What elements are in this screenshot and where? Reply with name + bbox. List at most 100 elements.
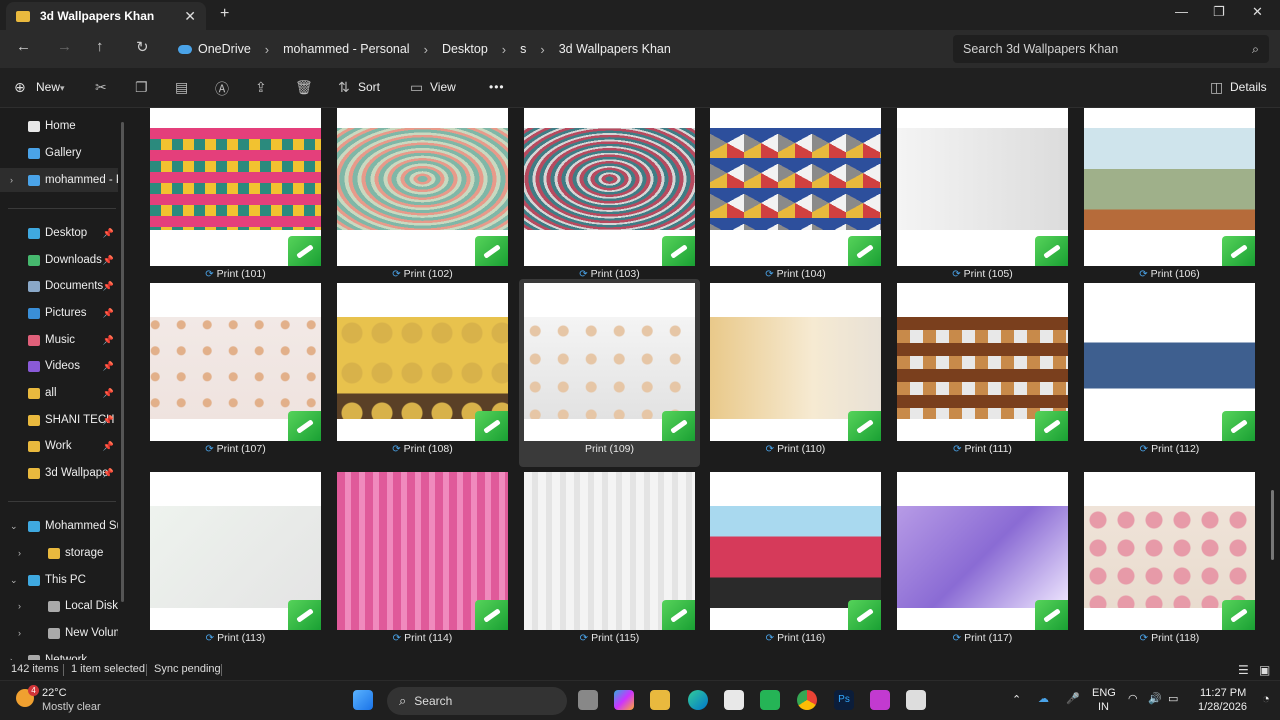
file-thumbnail[interactable] bbox=[1084, 108, 1255, 266]
sidebar-item-home[interactable]: Home bbox=[0, 114, 118, 138]
file-explorer-icon[interactable] bbox=[650, 690, 670, 710]
delete-icon[interactable]: 🗑 bbox=[295, 79, 313, 96]
file-item[interactable]: ⟳ Print (102) bbox=[337, 108, 508, 284]
file-thumbnail[interactable] bbox=[337, 472, 508, 630]
pin-icon[interactable]: 📌 bbox=[103, 281, 114, 292]
file-item[interactable]: ⟳ Print (108) bbox=[337, 283, 508, 459]
chevron-right-icon[interactable]: › bbox=[265, 42, 269, 57]
sidebar-item-this-pc[interactable]: ⌄ This PC bbox=[0, 568, 118, 592]
photoshop-icon[interactable]: Ps bbox=[834, 690, 854, 710]
taskbar-search[interactable]: ⌕ Search bbox=[387, 687, 567, 715]
file-thumbnail[interactable] bbox=[710, 472, 881, 630]
app-icon[interactable] bbox=[870, 690, 890, 710]
file-item[interactable]: ⟳ Print (116) bbox=[710, 472, 881, 648]
more-options-button[interactable]: ••• bbox=[489, 80, 505, 94]
window-tab[interactable]: 3d Wallpapers Khan ✕ bbox=[6, 2, 206, 30]
chevron-down-icon[interactable]: ⌄ bbox=[10, 575, 18, 586]
breadcrumb-s[interactable]: s bbox=[520, 42, 526, 56]
edge-icon[interactable] bbox=[688, 690, 708, 710]
pin-icon[interactable]: 📌 bbox=[103, 468, 114, 479]
sidebar-item-videos[interactable]: Videos 📌 bbox=[0, 354, 118, 378]
maximize-button[interactable]: ❐ bbox=[1213, 4, 1225, 20]
sidebar-item-work[interactable]: Work 📌 bbox=[0, 434, 118, 458]
up-icon[interactable]: ↑ bbox=[96, 38, 104, 55]
file-item[interactable]: ⟳ Print (117) bbox=[897, 472, 1068, 648]
battery-icon[interactable]: ▭ bbox=[1168, 692, 1178, 705]
copilot-icon[interactable] bbox=[614, 690, 634, 710]
chevron-up-icon[interactable]: ⌃ bbox=[1012, 693, 1021, 706]
paste-icon[interactable]: ▤ bbox=[175, 79, 188, 96]
back-icon[interactable]: ← bbox=[16, 38, 31, 55]
sidebar-item-mohammed-pe[interactable]: › mohammed - Pe bbox=[0, 168, 118, 192]
store-icon[interactable] bbox=[724, 690, 744, 710]
breadcrumb-current[interactable]: 3d Wallpapers Khan bbox=[559, 42, 671, 56]
notification-icon[interactable]: ◔ bbox=[1262, 691, 1270, 706]
file-thumbnail[interactable] bbox=[897, 108, 1068, 266]
sidebar-item-storage[interactable]: › storage bbox=[0, 541, 118, 565]
sidebar-item-pictures[interactable]: Pictures 📌 bbox=[0, 301, 118, 325]
file-thumbnail[interactable] bbox=[150, 108, 321, 266]
minimize-button[interactable]: — bbox=[1175, 4, 1188, 19]
file-item[interactable]: ⟳ Print (111) bbox=[897, 283, 1068, 459]
sort-button[interactable]: Sort bbox=[358, 80, 380, 94]
file-thumbnail[interactable] bbox=[524, 108, 695, 266]
file-thumbnail[interactable] bbox=[524, 283, 695, 441]
details-button[interactable]: Details bbox=[1230, 80, 1267, 94]
refresh-icon[interactable]: ↻ bbox=[136, 38, 149, 56]
file-item[interactable]: ⟳ Print (114) bbox=[337, 472, 508, 648]
chevron-right-icon[interactable]: › bbox=[18, 548, 21, 558]
chevron-right-icon[interactable]: › bbox=[18, 601, 21, 611]
sidebar-item-mohammed-sub[interactable]: ⌄ Mohammed Sub bbox=[0, 514, 118, 538]
file-thumbnail[interactable] bbox=[150, 472, 321, 630]
pin-icon[interactable]: 📌 bbox=[103, 388, 114, 399]
sidebar-item-all[interactable]: all 📌 bbox=[0, 381, 118, 405]
file-item[interactable]: ⟳ Print (105) bbox=[897, 108, 1068, 284]
file-thumbnail[interactable] bbox=[710, 283, 881, 441]
close-window-button[interactable]: ✕ bbox=[1252, 4, 1263, 20]
sidebar-item-local-disk-c[interactable]: › Local Disk (C:) bbox=[0, 594, 118, 618]
chevron-right-icon[interactable]: › bbox=[502, 42, 506, 57]
copy-icon[interactable]: ❐ bbox=[135, 79, 148, 96]
file-item[interactable]: ⟳ Print (118) bbox=[1084, 472, 1255, 648]
rename-icon[interactable]: Ⓐ bbox=[215, 79, 229, 99]
file-item[interactable]: ⟳ Print (107) bbox=[150, 283, 321, 459]
file-item[interactable]: ⟳ Print (115) bbox=[524, 472, 695, 648]
file-thumbnail[interactable] bbox=[524, 472, 695, 630]
pin-icon[interactable]: 📌 bbox=[103, 255, 114, 266]
view-button[interactable]: View bbox=[430, 80, 456, 94]
clock-time[interactable]: 11:27 PM bbox=[1200, 687, 1246, 699]
close-tab-icon[interactable]: ✕ bbox=[184, 8, 196, 25]
file-thumbnail[interactable] bbox=[1084, 283, 1255, 441]
file-thumbnail[interactable] bbox=[337, 283, 508, 441]
share-icon[interactable]: ⇪ bbox=[255, 79, 267, 96]
language-bottom[interactable]: IN bbox=[1098, 701, 1109, 713]
file-thumbnail[interactable] bbox=[897, 283, 1068, 441]
sidebar-item-3d-wallpape[interactable]: 3d Wallpape 📌 bbox=[0, 461, 118, 485]
forward-icon[interactable]: → bbox=[57, 38, 72, 55]
sidebar-item-new-volume-i[interactable]: › New Volume (I bbox=[0, 621, 118, 645]
pin-icon[interactable]: 📌 bbox=[103, 228, 114, 239]
file-item[interactable]: ⟳ Print (110) bbox=[710, 283, 881, 459]
breadcrumb-onedrive[interactable]: OneDrive bbox=[198, 42, 251, 56]
chevron-right-icon[interactable]: › bbox=[18, 628, 21, 638]
chevron-right-icon[interactable]: › bbox=[10, 175, 13, 185]
file-item[interactable]: ⟳ Print (113) bbox=[150, 472, 321, 648]
file-item[interactable]: ⟳ Print (103) bbox=[524, 108, 695, 284]
pin-icon[interactable]: 📌 bbox=[103, 415, 114, 426]
pin-icon[interactable]: 📌 bbox=[103, 308, 114, 319]
snipping-tool-icon[interactable] bbox=[906, 690, 926, 710]
breadcrumb-desktop[interactable]: Desktop bbox=[442, 42, 488, 56]
file-item[interactable]: ⟳ Print (106) bbox=[1084, 108, 1255, 284]
file-item[interactable]: ⟳ Print (101) bbox=[150, 108, 321, 284]
sidebar-item-gallery[interactable]: Gallery bbox=[0, 141, 118, 165]
file-thumbnail[interactable] bbox=[150, 283, 321, 441]
file-thumbnail[interactable] bbox=[897, 472, 1068, 630]
language-top[interactable]: ENG bbox=[1092, 687, 1116, 699]
cut-icon[interactable]: ✂ bbox=[95, 79, 107, 96]
large-icons-view-icon[interactable]: ▣ bbox=[1259, 663, 1270, 677]
pin-icon[interactable]: 📌 bbox=[103, 361, 114, 372]
file-item[interactable]: Print (109) bbox=[519, 279, 700, 467]
file-thumbnail[interactable] bbox=[337, 108, 508, 266]
onedrive-tray-icon[interactable]: ☁ bbox=[1038, 692, 1049, 705]
sidebar-item-downloads[interactable]: Downloads 📌 bbox=[0, 248, 118, 272]
